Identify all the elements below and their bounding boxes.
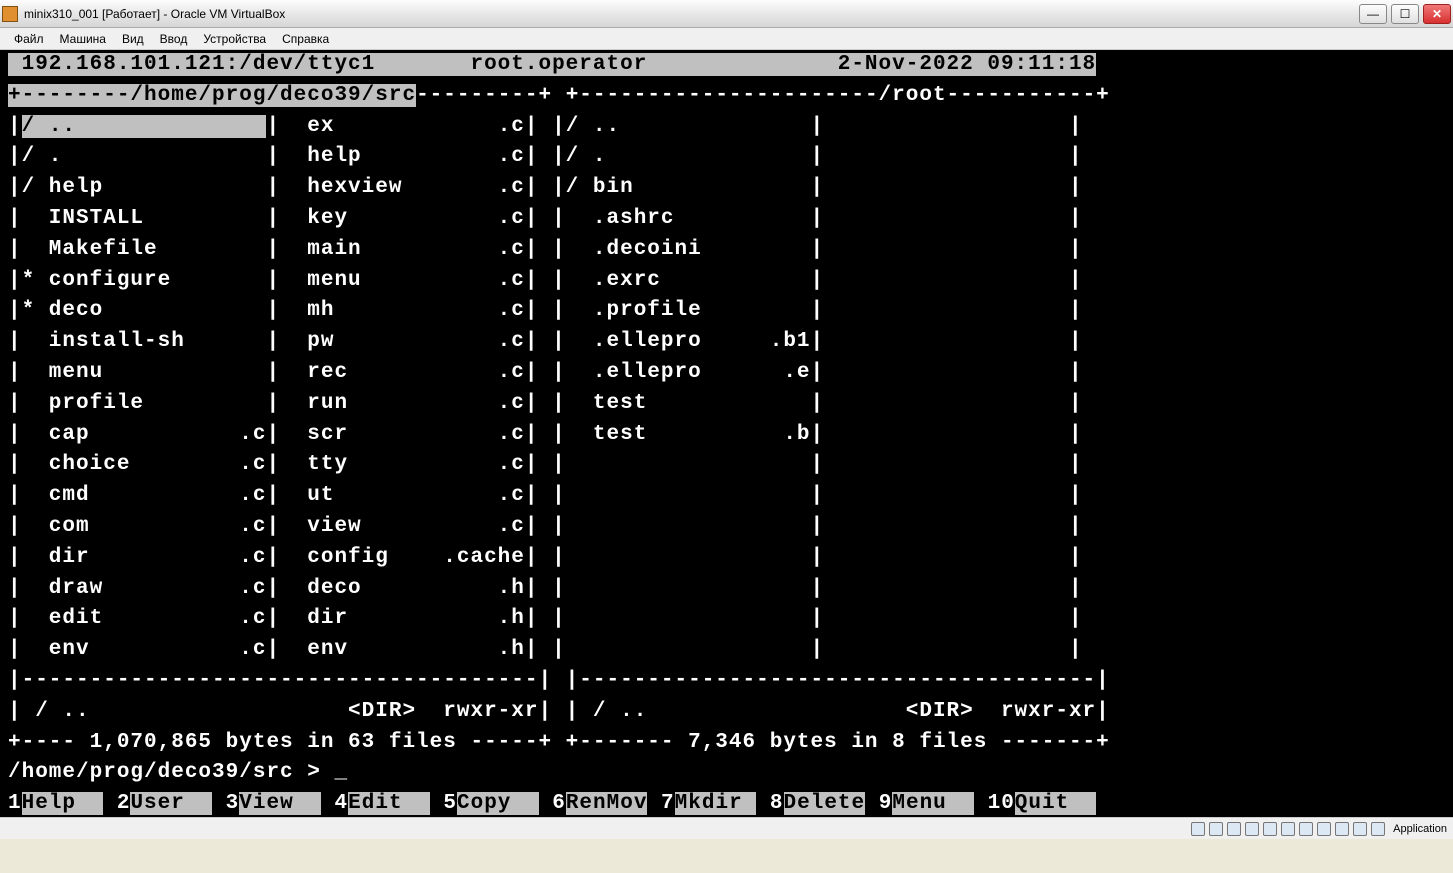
maximize-button[interactable]: ☐ (1391, 4, 1419, 24)
menu-bar: Файл Машина Вид Ввод Устройства Справка (0, 28, 1453, 50)
vm-status-bar: Application (0, 817, 1453, 839)
terminal-screen[interactable]: 192.168.101.121:/dev/ttyc1 root.operator… (0, 50, 1453, 817)
status-icon[interactable] (1281, 822, 1295, 836)
status-app-label: Application (1393, 823, 1447, 835)
menu-devices[interactable]: Устройства (195, 29, 274, 49)
status-icon[interactable] (1371, 822, 1385, 836)
menu-input[interactable]: Ввод (152, 29, 196, 49)
menu-machine[interactable]: Машина (52, 29, 114, 49)
menu-view[interactable]: Вид (114, 29, 152, 49)
menu-file[interactable]: Файл (6, 29, 52, 49)
close-button[interactable]: ✕ (1423, 4, 1451, 24)
status-icon[interactable] (1335, 822, 1349, 836)
window-controls: — ☐ ✕ (1359, 4, 1451, 24)
menu-help[interactable]: Справка (274, 29, 337, 49)
app-icon (2, 6, 18, 22)
window-title: minix310_001 [Работает] - Oracle VM Virt… (24, 7, 1359, 21)
status-icon[interactable] (1299, 822, 1313, 836)
status-icon[interactable] (1353, 822, 1367, 836)
status-icon[interactable] (1263, 822, 1277, 836)
title-bar: minix310_001 [Работает] - Oracle VM Virt… (0, 0, 1453, 28)
status-icon[interactable] (1317, 822, 1331, 836)
status-icon[interactable] (1227, 822, 1241, 836)
status-icon[interactable] (1245, 822, 1259, 836)
status-icon[interactable] (1209, 822, 1223, 836)
status-icon[interactable] (1191, 822, 1205, 836)
minimize-button[interactable]: — (1359, 4, 1387, 24)
